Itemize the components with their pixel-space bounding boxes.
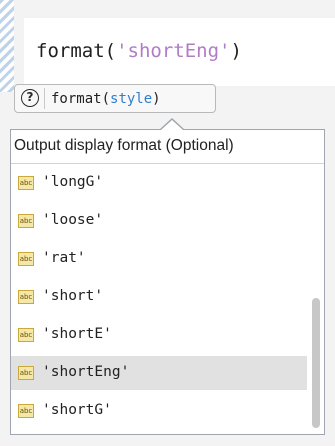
editor-gutter-marker [0, 0, 14, 92]
string-abc-icon: abc [18, 366, 34, 380]
completion-item-label: 'rat' [42, 250, 86, 266]
completion-item-label: 'shortE' [42, 326, 112, 342]
completion-item[interactable]: abc 'rat' [11, 242, 307, 276]
completion-list[interactable]: abc 'longG' abc 'loose' abc 'rat' abc 's… [11, 166, 324, 434]
code-function: format( [36, 40, 117, 62]
signature-function: format( [51, 91, 111, 107]
popup-pointer-fill [161, 120, 183, 130]
completion-item[interactable]: abc 'shortE' [11, 318, 307, 352]
completion-item-label: 'short' [42, 288, 104, 304]
completion-item-label: 'loose' [42, 212, 104, 228]
completion-item[interactable]: abc 'shortG' [11, 394, 307, 428]
string-abc-icon: abc [18, 290, 34, 304]
completion-item-label: 'shortG' [42, 402, 112, 418]
completion-popup: Output display format (Optional) abc 'lo… [10, 129, 325, 435]
string-abc-icon: abc [18, 214, 34, 228]
completion-item-selected[interactable]: abc 'shortEng' [11, 356, 307, 390]
completion-item[interactable]: abc 'longG' [11, 166, 307, 200]
string-abc-icon: abc [18, 176, 34, 190]
string-abc-icon: abc [18, 328, 34, 342]
scrollbar-track[interactable] [307, 166, 324, 434]
completion-item[interactable]: abc 'loose' [11, 204, 307, 238]
question-circle-icon[interactable]: ? [21, 89, 39, 107]
completion-item-label: 'shortEng' [42, 364, 130, 380]
scrollbar-thumb[interactable] [312, 298, 320, 428]
completion-item[interactable]: abc 'short' [11, 280, 307, 314]
code-text[interactable]: format('shortEng') [36, 40, 242, 62]
string-abc-icon: abc [18, 404, 34, 418]
signature-close: ) [152, 91, 161, 107]
string-abc-icon: abc [18, 252, 34, 266]
signature-divider [44, 88, 45, 109]
signature-parameter: style [110, 91, 153, 107]
signature-tooltip: ? format(style) [14, 84, 216, 113]
completion-description: Output display format (Optional) [11, 130, 324, 164]
completion-item-label: 'longG' [42, 174, 104, 190]
code-string-argument: 'shortEng' [116, 40, 231, 62]
code-close-paren: ) [230, 40, 242, 62]
signature-text: format(style) [51, 91, 161, 107]
